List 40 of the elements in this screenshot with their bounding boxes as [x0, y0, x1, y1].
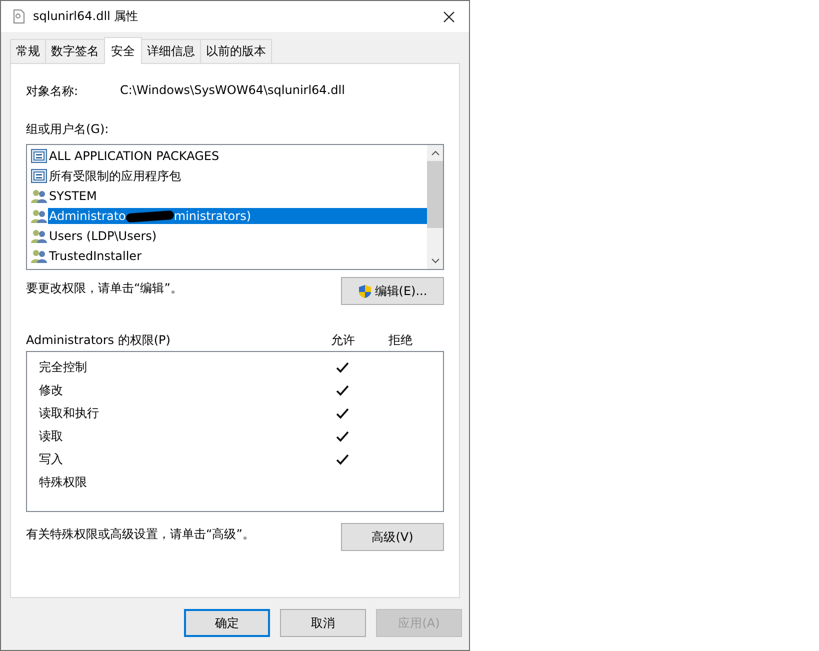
edit-hint: 要更改权限，请单击“编辑”。 — [26, 280, 182, 297]
tab[interactable]: 常规 — [10, 39, 46, 63]
user-list-item[interactable]: ALL APPLICATION PACKAGES — [48, 148, 427, 164]
user-list-item[interactable]: Users (LDP\Users) — [48, 228, 427, 244]
allow-header: 允许 — [330, 332, 356, 348]
users-icon — [31, 249, 47, 263]
user-list-item[interactable]: Administrato ministrators) — [48, 208, 427, 224]
close-icon[interactable] — [443, 10, 455, 22]
package-icon — [31, 169, 47, 183]
scroll-down-icon[interactable] — [430, 258, 440, 264]
file-icon — [13, 9, 25, 24]
user-list-item[interactable]: SYSTEM — [48, 188, 427, 204]
object-name-label: 对象名称: — [26, 83, 80, 97]
tab[interactable]: 以前的版本 — [200, 39, 272, 63]
user-list-item[interactable]: 所有受限制的应用程序包 — [48, 166, 427, 186]
deny-header: 拒绝 — [388, 332, 414, 348]
permission-name: 特殊权限 — [38, 474, 88, 491]
permission-name: 修改 — [38, 382, 64, 399]
groups-label: 组或用户名(G): — [26, 121, 110, 138]
shield-icon — [358, 284, 372, 298]
users-icon — [31, 189, 47, 203]
permissions-label: Administrators 的权限(P) — [26, 332, 172, 348]
edit-button[interactable]: 编辑(E)... — [341, 277, 444, 305]
package-icon — [31, 149, 47, 163]
advanced-hint: 有关特殊权限或高级设置，请单击“高级”。 — [26, 526, 254, 543]
advanced-button[interactable]: 高级(V) — [341, 523, 444, 551]
dialog-button[interactable]: 取消 — [280, 609, 366, 637]
permission-name: 完全控制 — [38, 359, 88, 376]
permission-name: 写入 — [38, 451, 64, 468]
window-title: sqlunirl64.dll 属性 — [33, 8, 140, 25]
users-icon — [31, 209, 47, 223]
users-icon — [31, 229, 47, 243]
permission-name: 读取和执行 — [38, 405, 100, 422]
scroll-up-icon[interactable] — [430, 150, 440, 156]
permission-name: 读取 — [38, 428, 64, 445]
dialog-button[interactable]: 确定 — [184, 609, 270, 637]
scrollbar[interactable] — [427, 145, 443, 269]
user-list-item[interactable]: TrustedInstaller — [48, 248, 427, 264]
tab[interactable]: 安全 — [104, 37, 142, 64]
object-name-value: C:\Windows\SysWOW64\sqlunirl64.dll — [120, 83, 345, 97]
